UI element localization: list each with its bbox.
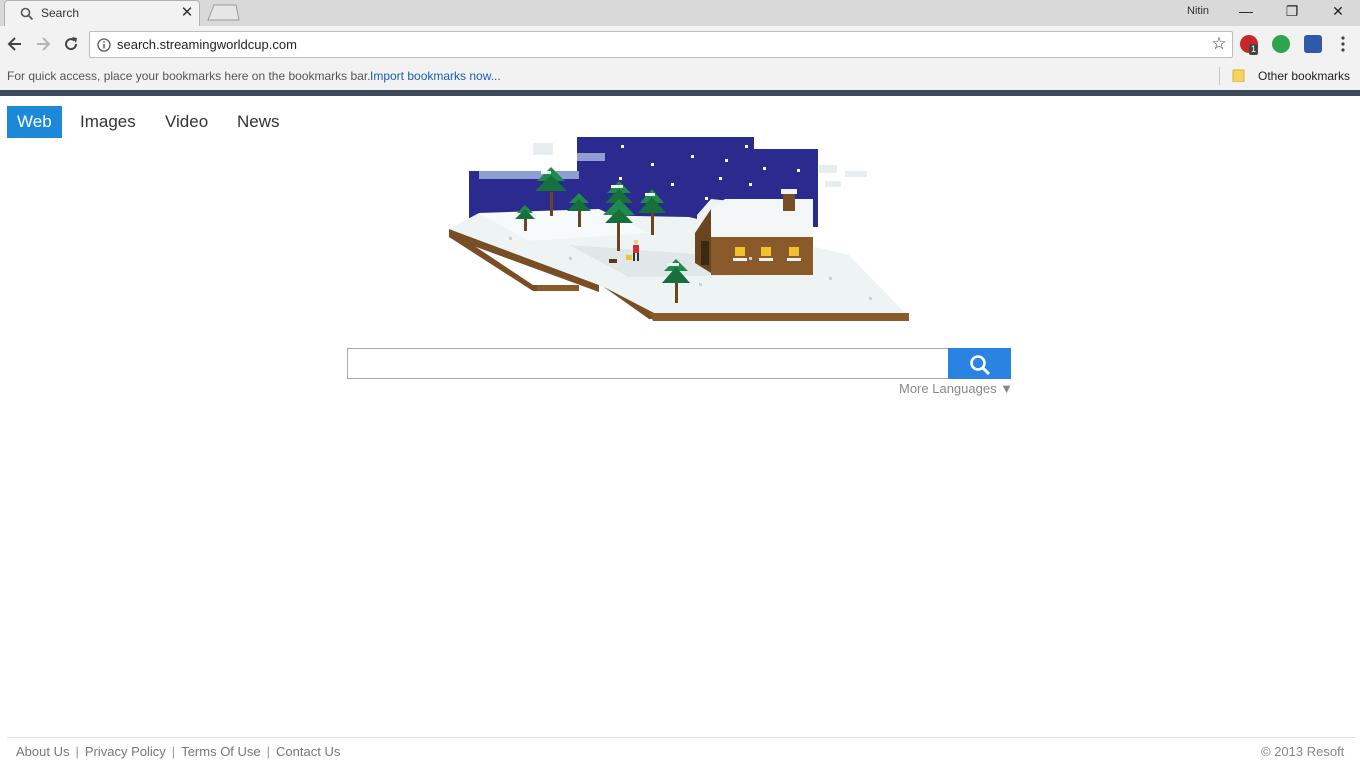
tab-video[interactable]: Video xyxy=(155,106,218,138)
address-bar[interactable]: search.streamingworldcup.com ☆ xyxy=(89,31,1233,58)
restore-button[interactable]: ❐ xyxy=(1269,0,1315,24)
bookmarks-bar: For quick access, place your bookmarks h… xyxy=(0,62,1360,90)
close-window-button[interactable]: ✕ xyxy=(1315,0,1360,24)
tab-web[interactable]: Web xyxy=(7,106,62,138)
footer-separator: | xyxy=(266,744,271,759)
adblock-extension-icon[interactable]: 1 xyxy=(1240,35,1259,55)
copyright-text: © 2013 Resoft xyxy=(1261,744,1345,759)
reload-button[interactable] xyxy=(61,34,81,54)
profile-name[interactable]: Nitin xyxy=(1187,5,1209,17)
about-us-link[interactable]: About Us xyxy=(16,744,69,759)
search-input[interactable] xyxy=(347,348,949,379)
more-languages-link[interactable]: More Languages ▼ xyxy=(899,381,1013,396)
back-button[interactable] xyxy=(5,34,25,54)
contact-us-link[interactable]: Contact Us xyxy=(276,744,340,759)
other-bookmarks[interactable]: Other bookmarks xyxy=(1258,69,1350,83)
folder-icon xyxy=(1232,69,1245,82)
browser-tab[interactable]: Search ✕ xyxy=(4,0,200,26)
new-tab-button[interactable] xyxy=(206,4,240,21)
search-icon xyxy=(20,7,34,21)
grammarly-extension-icon[interactable] xyxy=(1272,35,1290,53)
forward-button[interactable] xyxy=(33,34,53,54)
tab-strip: Search ✕ Nitin — ❐ ✕ xyxy=(0,0,1360,26)
tab-news[interactable]: News xyxy=(227,106,290,138)
info-icon[interactable] xyxy=(97,38,111,52)
search-extension-icon[interactable] xyxy=(1304,35,1322,53)
bookmark-star-icon[interactable]: ☆ xyxy=(1210,35,1228,53)
divider xyxy=(1219,67,1220,85)
footer-separator: | xyxy=(75,744,79,759)
privacy-policy-link[interactable]: Privacy Policy xyxy=(85,744,166,759)
footer-separator: | xyxy=(171,744,176,759)
footer-divider xyxy=(7,737,1355,738)
minimize-button[interactable]: — xyxy=(1223,0,1269,24)
import-bookmarks-link[interactable]: Import bookmarks now... xyxy=(370,69,501,83)
terms-of-use-link[interactable]: Terms Of Use xyxy=(181,744,260,759)
search-button[interactable] xyxy=(948,348,1011,379)
close-tab-icon[interactable]: ✕ xyxy=(180,5,194,21)
tab-title: Search xyxy=(41,6,80,20)
bookmarks-hint: For quick access, place your bookmarks h… xyxy=(7,69,371,83)
extension-badge: 1 xyxy=(1249,44,1259,55)
search-icon xyxy=(969,355,990,376)
page-header-band xyxy=(0,90,1360,96)
footer-links: About Us | Privacy Policy | Terms Of Use | Con… xyxy=(16,744,340,759)
winter-scene-logo xyxy=(449,137,909,321)
tab-images[interactable]: Images xyxy=(70,106,146,138)
url-text[interactable]: search.streamingworldcup.com xyxy=(117,37,297,52)
menu-icon[interactable] xyxy=(1337,35,1349,53)
